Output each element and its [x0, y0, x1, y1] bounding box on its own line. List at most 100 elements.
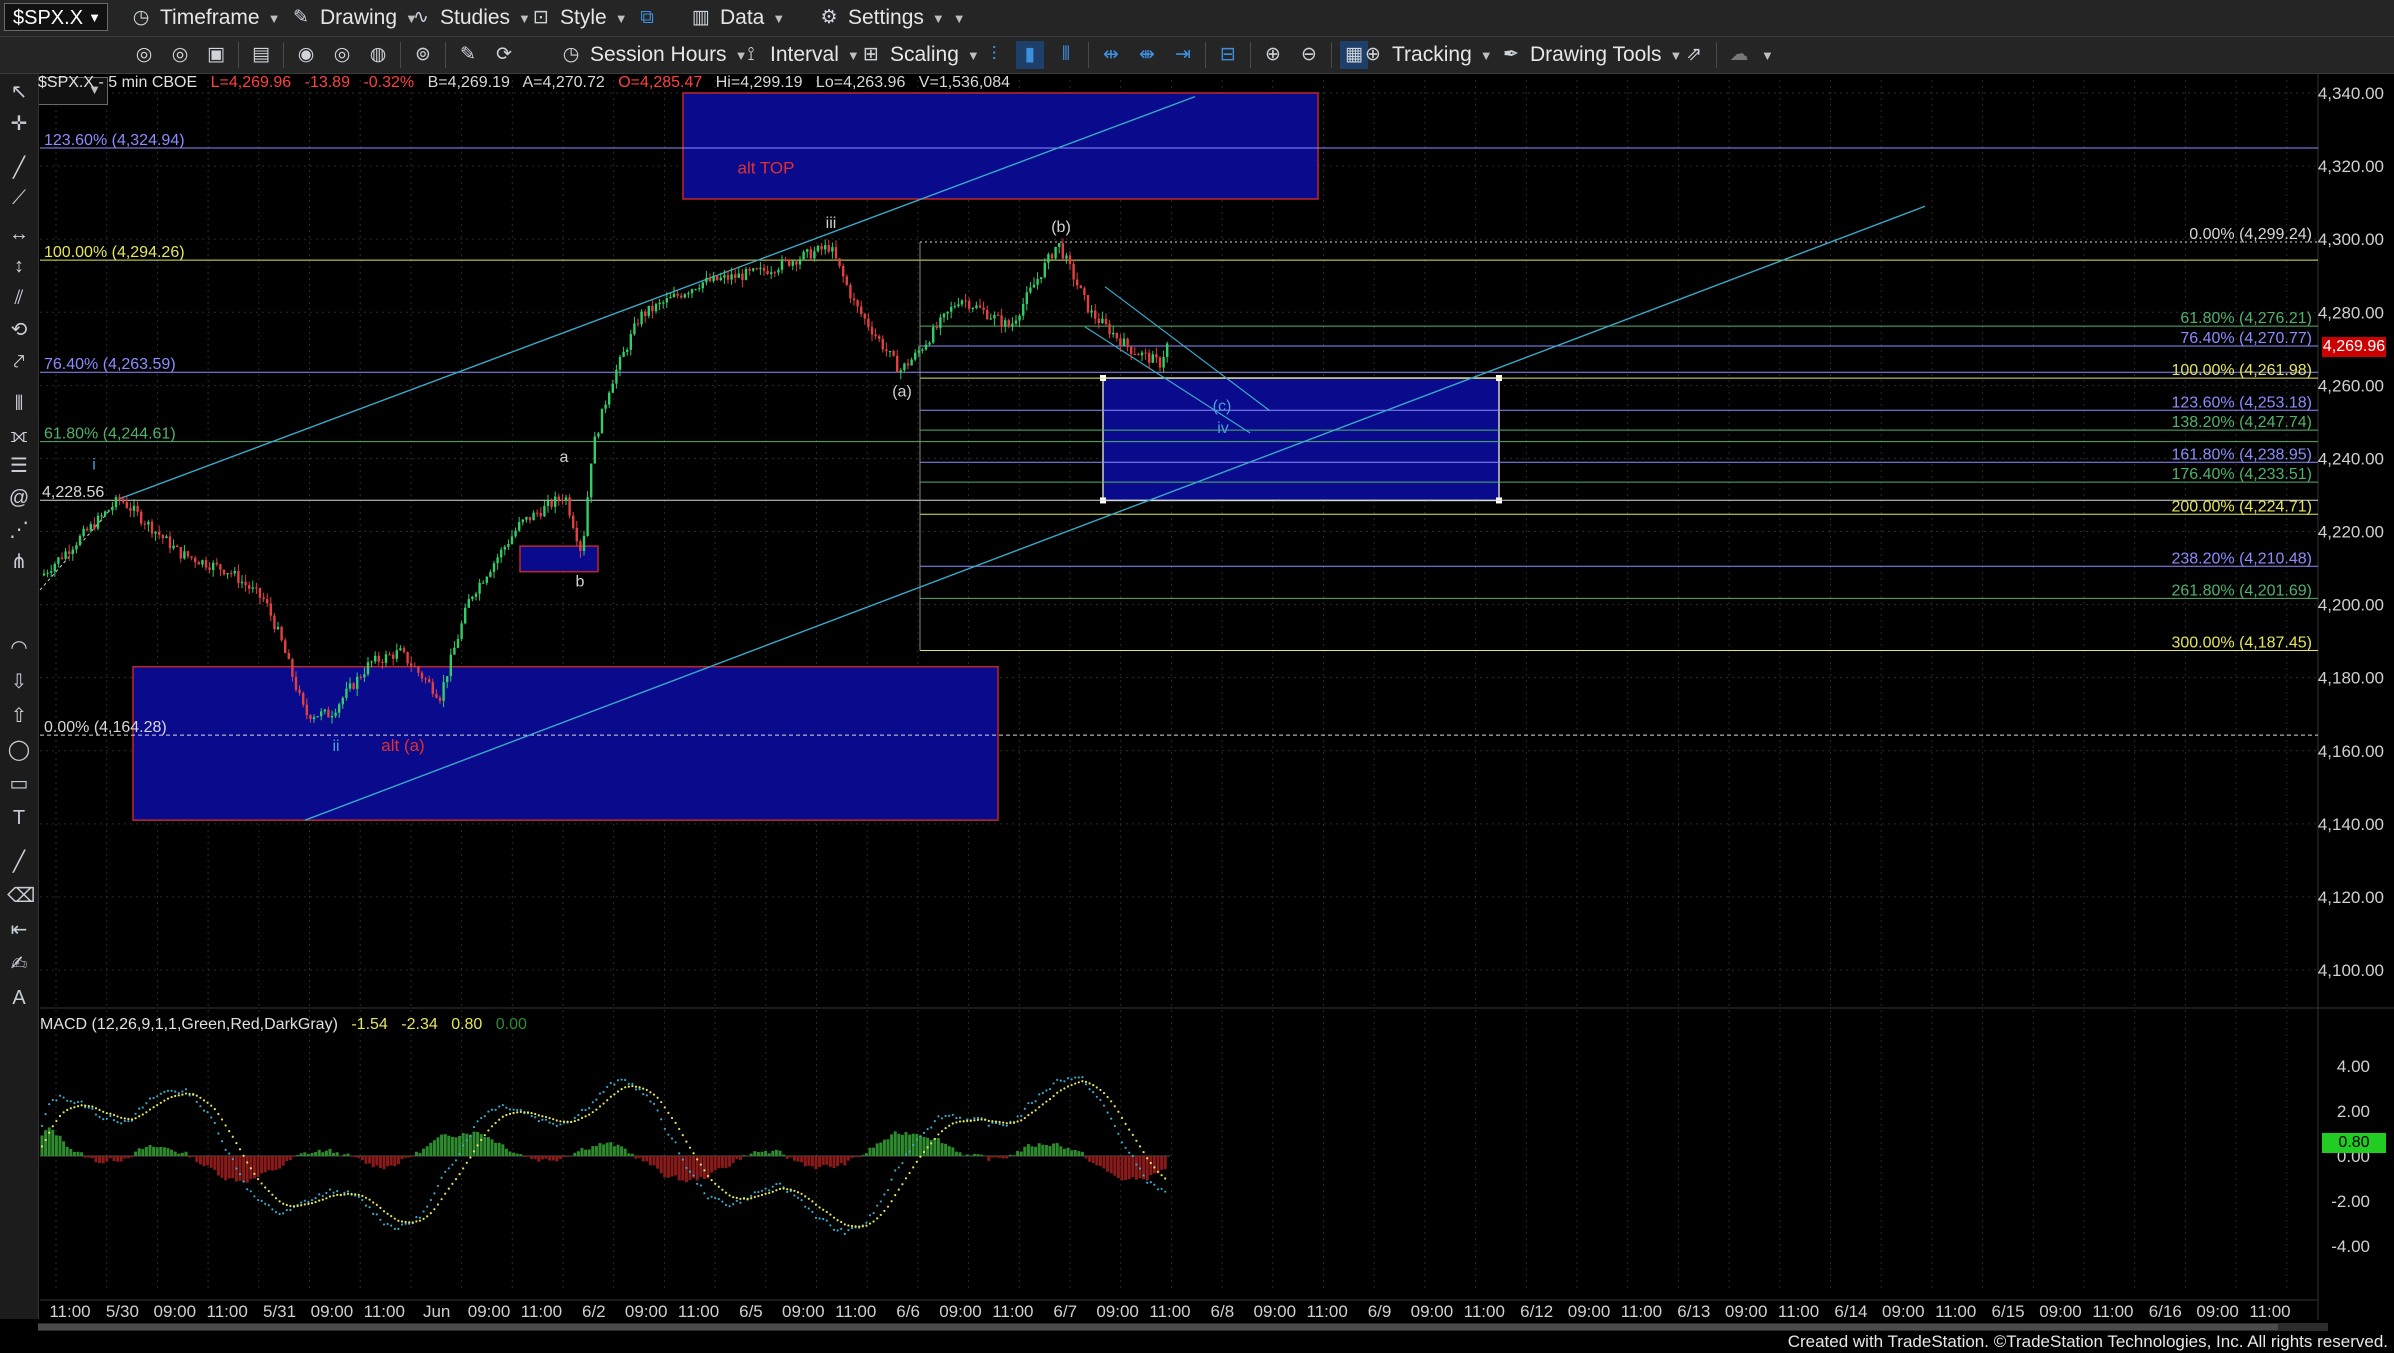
tracking-button[interactable]: ⊕ Tracking ▼: [1362, 41, 1493, 69]
macd-line-point: [490, 1108, 494, 1111]
channel-icon[interactable]: ⫽: [7, 286, 31, 310]
speed-lines-icon[interactable]: ⋰: [7, 518, 31, 542]
scaling-button[interactable]: ⊞ Scaling ▼: [860, 41, 980, 69]
zoom-in-icon[interactable]: ⊕: [1259, 41, 1287, 69]
line-tool-icon[interactable]: ╱: [7, 850, 31, 874]
chevron-down-icon[interactable]: ▼: [953, 11, 966, 26]
drawing-tools-button[interactable]: ✒ Drawing Tools ▼: [1500, 41, 1682, 69]
chevron-down-icon: ▼: [614, 10, 628, 26]
news-icon[interactable]: ▤: [247, 41, 275, 69]
chevron-down-icon[interactable]: ▼: [88, 4, 101, 32]
arc-icon[interactable]: ◠: [7, 636, 31, 660]
macd-signal-point: [782, 1187, 785, 1190]
trendline-icon[interactable]: ╱: [7, 156, 31, 180]
timeframe-menu[interactable]: ◷ Timeframe ▼: [130, 4, 281, 32]
candle-body: [1068, 255, 1072, 265]
macd-histogram-bar: [1145, 1156, 1149, 1181]
symbol-input[interactable]: $SPX.X ▼: [4, 3, 108, 31]
horizontal-measure-icon[interactable]: ↔: [7, 222, 31, 246]
ohlc-icon[interactable]: ⫴: [1052, 41, 1080, 69]
horizontal-scrollbar[interactable]: [38, 1323, 2328, 1331]
macd-signal-point: [548, 1116, 551, 1120]
zoom-out-bars-icon[interactable]: ⇹: [1097, 41, 1125, 69]
candle-body: [831, 247, 834, 252]
link-icon[interactable]: ◎: [166, 41, 194, 69]
record-icon[interactable]: ◎: [328, 41, 356, 69]
vertical-lines-icon[interactable]: ⦀: [7, 392, 31, 416]
candlestick-icon[interactable]: ▮: [1016, 41, 1044, 69]
text-icon[interactable]: T: [7, 806, 31, 830]
arrow-down-icon[interactable]: ⇩: [7, 670, 31, 694]
zoom-in-bars-icon[interactable]: ⇼: [1133, 41, 1161, 69]
candle-body: [611, 383, 614, 393]
save-icon[interactable]: ▣: [202, 41, 230, 69]
cycle-icon[interactable]: ⟲: [7, 318, 31, 342]
settings-menu[interactable]: ⚙ Settings ▼ ▼: [818, 4, 966, 32]
macd-signal-point: [372, 1201, 375, 1204]
reload-icon[interactable]: ⟳: [490, 41, 518, 69]
macd-signal-point: [454, 1178, 458, 1181]
macd-line-point: [645, 1094, 648, 1097]
fib-retracement-icon[interactable]: ☰: [7, 454, 31, 478]
candle-body: [690, 289, 694, 294]
session-hours-button[interactable]: ◷ Session Hours ▼: [560, 41, 748, 69]
cloud-icon[interactable]: ☁: [1725, 41, 1753, 69]
chevron-down-icon[interactable]: ▼: [1761, 48, 1774, 63]
eraser-icon[interactable]: ⌫: [7, 884, 35, 908]
chart-canvas[interactable]: 123.60% (4,324.94) 100.00% (4,294.26) 76.4…: [0, 0, 2394, 1353]
macd-line-point: [332, 1191, 335, 1194]
snap-icon[interactable]: ⇤: [7, 918, 31, 942]
studies-menu[interactable]: ∿ Studies ▼: [410, 4, 531, 32]
macd-line-point: [1092, 1091, 1095, 1094]
vertical-measure-icon[interactable]: ↕: [7, 254, 31, 278]
edit-icon[interactable]: ✎: [454, 41, 482, 69]
link-icon[interactable]: ◎: [130, 41, 158, 69]
target-icon[interactable]: ⊚: [409, 41, 437, 69]
macd-signal-point: [1153, 1166, 1156, 1169]
macd-signal-point: [58, 1114, 62, 1118]
macd-signal-point: [1016, 1120, 1019, 1123]
candle-body: [219, 564, 222, 570]
candle-body: [960, 300, 964, 305]
fib-extension-icon[interactable]: ⤤: [7, 350, 31, 374]
magnet-icon[interactable]: ✍: [7, 952, 31, 976]
crosshair-icon[interactable]: ✛: [7, 112, 31, 136]
time-axis-label: Jun: [423, 1302, 450, 1321]
candle-body: [550, 500, 553, 507]
andrews-pitchfork-icon[interactable]: ⋔: [7, 550, 31, 574]
macd-histogram-bar: [504, 1148, 508, 1156]
macd-histogram-bar: [623, 1148, 627, 1156]
macd-line-point: [1135, 1163, 1138, 1166]
macd-histogram-bar: [512, 1152, 516, 1156]
interval-button[interactable]: ⟟ Interval ▼: [740, 41, 859, 69]
arrow-up-icon[interactable]: ⇧: [7, 704, 31, 728]
style-menu[interactable]: ⊡ Style ▼: [530, 4, 628, 32]
line-chart-icon[interactable]: ⫶: [980, 41, 1008, 69]
panels-icon[interactable]: ⧉: [636, 7, 658, 29]
text-label-icon[interactable]: A: [7, 986, 31, 1010]
drawing-menu[interactable]: ✎ Drawing ▼: [290, 4, 418, 32]
pointer-icon[interactable]: ↖: [7, 80, 31, 104]
rectangle-icon[interactable]: ▭: [7, 772, 31, 796]
time-axis-label: 09:00: [1096, 1302, 1139, 1321]
macd-histogram-bar: [609, 1142, 613, 1156]
camera-icon[interactable]: ◍: [364, 41, 392, 69]
scroll-right-icon[interactable]: ⇥: [1169, 41, 1197, 69]
zoom-out-icon[interactable]: ⊖: [1295, 41, 1323, 69]
data-menu[interactable]: ▥ Data ▼: [690, 4, 785, 32]
ray-icon[interactable]: ⟋: [7, 186, 31, 210]
ellipse-icon[interactable]: ◯: [7, 738, 31, 762]
wave-label-iii: iii: [826, 215, 837, 232]
spiral-icon[interactable]: @: [7, 486, 31, 510]
export-icon[interactable]: ⇗: [1680, 41, 1708, 69]
macd-signal-point: [735, 1196, 738, 1200]
analysis-icon[interactable]: ◉: [292, 41, 320, 69]
candle-body: [950, 306, 953, 312]
gann-icon[interactable]: ⟗: [7, 424, 31, 448]
candle-body: [838, 258, 841, 266]
macd-signal-point: [465, 1161, 468, 1164]
scrollbar-thumb[interactable]: [38, 1324, 2278, 1330]
layout-icon[interactable]: ⊟: [1214, 41, 1242, 69]
macd-histogram-bar: [544, 1156, 548, 1159]
macd-histogram-bar: [796, 1156, 800, 1162]
